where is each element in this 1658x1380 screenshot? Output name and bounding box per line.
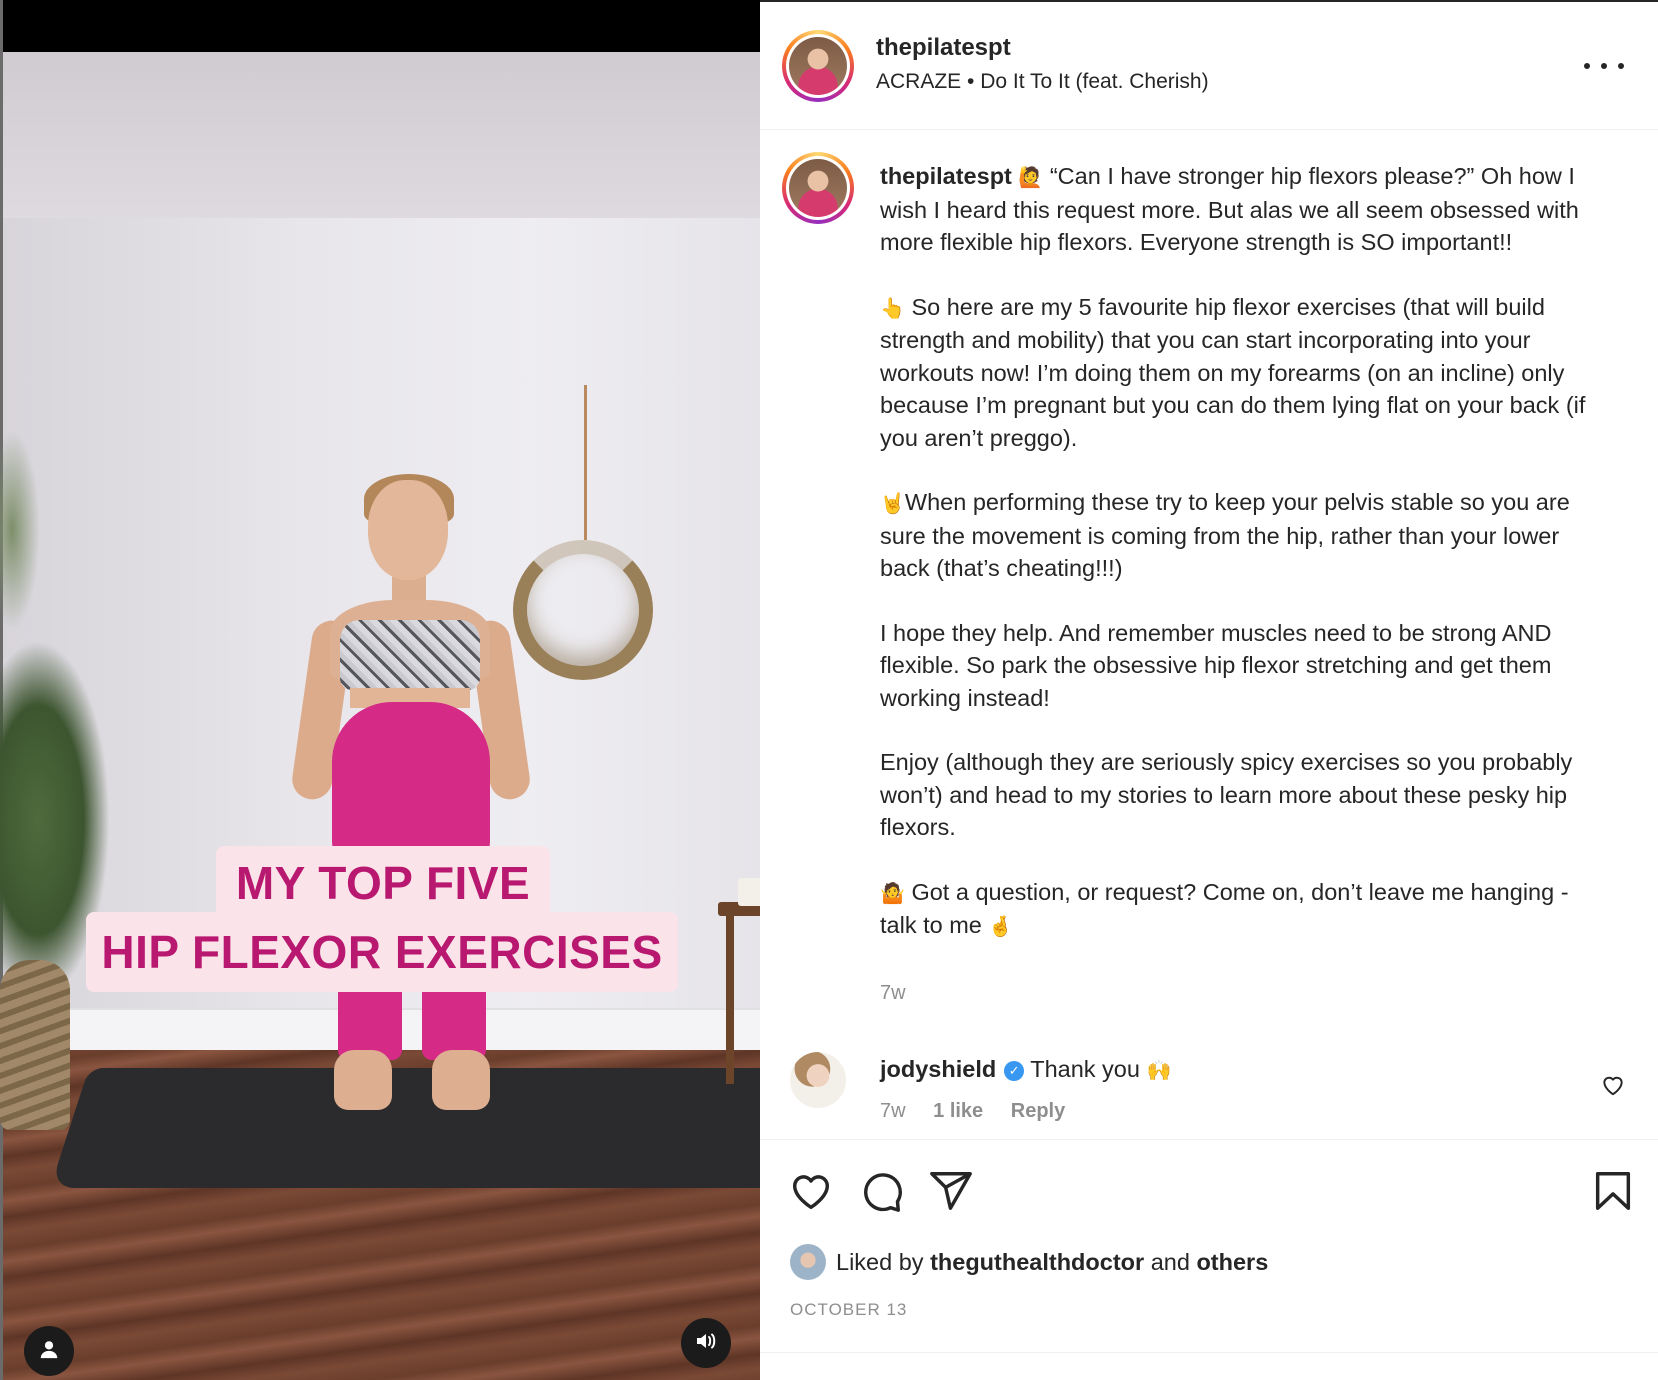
shrug-emoji: 🤷 [880,880,905,905]
caption-timestamp[interactable]: 7w [880,982,906,1005]
heart-icon [1600,1076,1626,1102]
post-header: thepilatespt ACRAZE • Do It To It (feat.… [760,2,1658,130]
comment-icon [858,1173,904,1218]
video-side-table-leg [726,914,734,1084]
liked-by-prefix: Liked by [836,1248,924,1275]
liked-by-others[interactable]: others [1196,1249,1268,1276]
more-dot [1618,63,1624,69]
comment-reply-button[interactable]: Reply [1011,1100,1065,1122]
verified-badge-icon: ✓ [1004,1061,1025,1081]
comment-like-count[interactable]: 1 like [933,1100,983,1122]
author-avatar-photo [789,37,847,95]
person-foot-right [432,1050,490,1110]
person-head [368,480,448,580]
caption-username[interactable]: thepilatespt [880,163,1012,189]
video-person [289,470,550,1170]
audio-artist[interactable]: ACRAZE [876,70,961,93]
caption-paragraph-3: When performing these try to keep your p… [880,489,1570,581]
commenter-avatar[interactable] [790,1052,846,1108]
liked-by-line: Liked by theguthealthdoctor and others [790,1244,1268,1280]
video-cup [738,878,760,906]
person-icon [38,1338,60,1365]
video-wreath-string [584,385,587,540]
caption-text: thepilatespt 🙋 “Can I have stronger hip … [880,160,1600,943]
post-date[interactable]: OCTOBER 13 [790,1300,907,1320]
person-foot-left [334,1050,392,1110]
comment-like-button[interactable] [1600,1072,1626,1098]
liked-by-user[interactable]: theguthealthdoctor [930,1249,1144,1276]
comment-item: jodyshield ✓ Thank you 🙌 7w 1 like Reply [760,1042,1658,1152]
more-dot [1601,63,1607,69]
comment-button[interactable] [858,1168,904,1214]
comment-line: jodyshield ✓ Thank you 🙌 [880,1056,1171,1083]
crossed-fingers-emoji: 🤞 [988,914,1014,938]
caption-paragraph-2: So here are my 5 favourite hip flexor ex… [880,293,1586,451]
post-caption: thepilatespt 🙋 “Can I have stronger hip … [760,130,1658,1140]
raising-hands-emoji: 🙌 [1146,1058,1172,1082]
share-icon [928,1172,974,1218]
audio-track[interactable]: Do It To It (feat. Cherish) [980,70,1208,93]
speaker-icon [694,1329,718,1358]
pointing-up-emoji: 👆 [880,295,905,320]
caption-paragraph-5: Enjoy (although they are seriously spicy… [880,749,1573,840]
comment-timestamp[interactable]: 7w [880,1100,906,1122]
video-top-bar [0,0,760,52]
comment-text: Thank you [1030,1056,1140,1082]
audio-toggle-button[interactable] [681,1318,731,1368]
divider [760,1352,1658,1353]
person-leggings [332,702,490,862]
more-horizontal-icon [1584,63,1590,69]
author-avatar[interactable] [782,30,854,102]
more-options-button[interactable] [1584,52,1624,80]
post-details-panel: thepilatespt ACRAZE • Do It To It (feat.… [760,0,1658,1380]
liker-avatar[interactable] [790,1244,826,1280]
audio-attribution[interactable]: ACRAZE • Do It To It (feat. Cherish) [876,70,1209,94]
liked-by-and: and [1150,1248,1190,1275]
video-plant-small [0,430,40,630]
video-title-line-1: MY TOP FIVE [216,846,550,920]
audio-separator: • [967,70,975,93]
bookmark-icon [1590,1172,1636,1218]
reel-video[interactable]: MY TOP FIVE HIP FLEXOR EXERCISES [0,0,760,1380]
video-title-line-2: HIP FLEXOR EXERCISES [86,912,678,992]
tagged-users-button[interactable] [24,1326,74,1376]
rock-hand-emoji: 🤘 [880,491,905,515]
caption-author-avatar-photo [789,159,847,217]
comment-meta: 7w 1 like Reply [880,1100,1087,1123]
video-ceiling [3,52,760,222]
author-username[interactable]: thepilatespt [876,34,1011,62]
share-button[interactable] [928,1168,974,1214]
person-sports-bra [340,620,480,690]
video-basket [0,960,70,1130]
raising-hand-emoji: 🙋 [1018,165,1044,189]
commenter-username[interactable]: jodyshield [880,1056,996,1082]
caption-author-avatar[interactable] [782,152,854,224]
heart-icon [788,1175,834,1218]
like-button[interactable] [788,1168,834,1214]
caption-paragraph-4: I hope they help. And remember muscles n… [880,619,1552,711]
caption-paragraph-6: Got a question, or request? Come on, don… [880,878,1569,939]
save-button[interactable] [1590,1168,1636,1214]
post-actions: Liked by theguthealthdoctor and others O… [760,1139,1658,1380]
